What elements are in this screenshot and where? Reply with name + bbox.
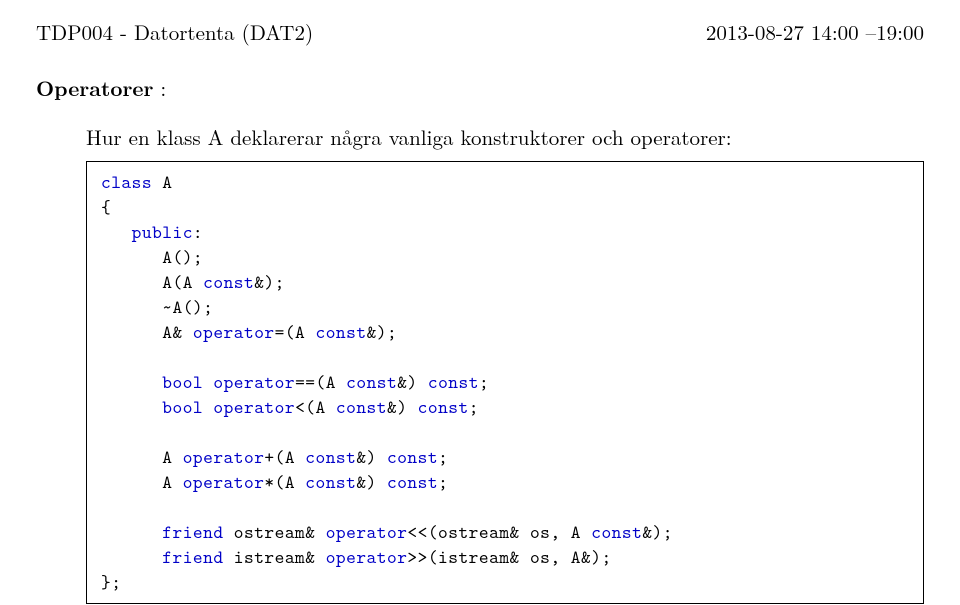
kw-bool: bool — [162, 394, 203, 419]
code-text: &); — [254, 269, 285, 294]
code-text — [101, 544, 162, 569]
kw-operator: operator — [183, 469, 265, 494]
intro-text: Hur en klass A deklarerar några vanliga … — [86, 123, 924, 151]
code-text: }; — [101, 569, 121, 594]
code-text — [203, 394, 213, 419]
header-left: TDP004 - Datortenta (DAT2) — [36, 18, 313, 46]
code-text: A& — [101, 319, 193, 344]
kw-operator: operator — [213, 394, 295, 419]
code-text: &) — [387, 394, 418, 419]
code-text: &); — [642, 519, 673, 544]
code-text: A(A — [101, 269, 203, 294]
kw-operator: operator — [183, 444, 265, 469]
code-text: : — [193, 219, 203, 244]
kw-const: const — [305, 444, 356, 469]
kw-operator: operator — [326, 544, 408, 569]
code-text: ; — [469, 394, 479, 419]
code-text: *(A — [264, 469, 305, 494]
code-text: +(A — [264, 444, 305, 469]
kw-friend: friend — [162, 544, 223, 569]
code-text: &) — [397, 369, 428, 394]
kw-friend: friend — [162, 519, 223, 544]
section-heading: Operatorer : — [36, 74, 924, 102]
kw-public: public — [132, 219, 193, 244]
code-text: A — [101, 469, 183, 494]
code-text: { — [101, 194, 111, 219]
code-text: istream& — [224, 544, 326, 569]
code-text: ~A(); — [101, 294, 213, 319]
code-text: <<(ostream& os, A — [407, 519, 591, 544]
code-text — [101, 394, 162, 419]
code-text: =(A — [275, 319, 316, 344]
code-listing: class A { public: A(); A(A const&); ~A()… — [86, 161, 924, 603]
kw-const: const — [203, 269, 254, 294]
page-header: TDP004 - Datortenta (DAT2) 2013-08-27 14… — [36, 18, 924, 46]
section-colon: : — [153, 73, 166, 103]
kw-const: const — [387, 469, 438, 494]
kw-class: class — [101, 169, 152, 194]
code-text: ostream& — [224, 519, 326, 544]
kw-const: const — [591, 519, 642, 544]
code-text: ; — [479, 369, 489, 394]
kw-const: const — [428, 369, 479, 394]
section-label: Operatorer — [36, 73, 153, 103]
code-text — [101, 369, 162, 394]
header-right: 2013-08-27 14:00 –19:00 — [706, 18, 924, 46]
code-text: &) — [356, 469, 387, 494]
kw-operator: operator — [213, 369, 295, 394]
kw-const: const — [387, 444, 438, 469]
kw-bool: bool — [162, 369, 203, 394]
code-text: ; — [438, 469, 448, 494]
code-text: ==(A — [295, 369, 346, 394]
code-text: &); — [367, 319, 398, 344]
code-text: A — [152, 169, 172, 194]
kw-const: const — [346, 369, 397, 394]
code-text — [101, 519, 162, 544]
kw-const: const — [315, 319, 366, 344]
code-text: A — [101, 444, 183, 469]
kw-const: const — [418, 394, 469, 419]
code-text — [203, 369, 213, 394]
code-text: >>(istream& os, A&); — [407, 544, 611, 569]
code-text — [101, 219, 132, 244]
code-text: <(A — [295, 394, 336, 419]
kw-operator: operator — [326, 519, 408, 544]
kw-operator: operator — [193, 319, 275, 344]
kw-const: const — [305, 469, 356, 494]
code-text: ; — [438, 444, 448, 469]
kw-const: const — [336, 394, 387, 419]
code-text: A(); — [101, 244, 203, 269]
code-text: &) — [356, 444, 387, 469]
